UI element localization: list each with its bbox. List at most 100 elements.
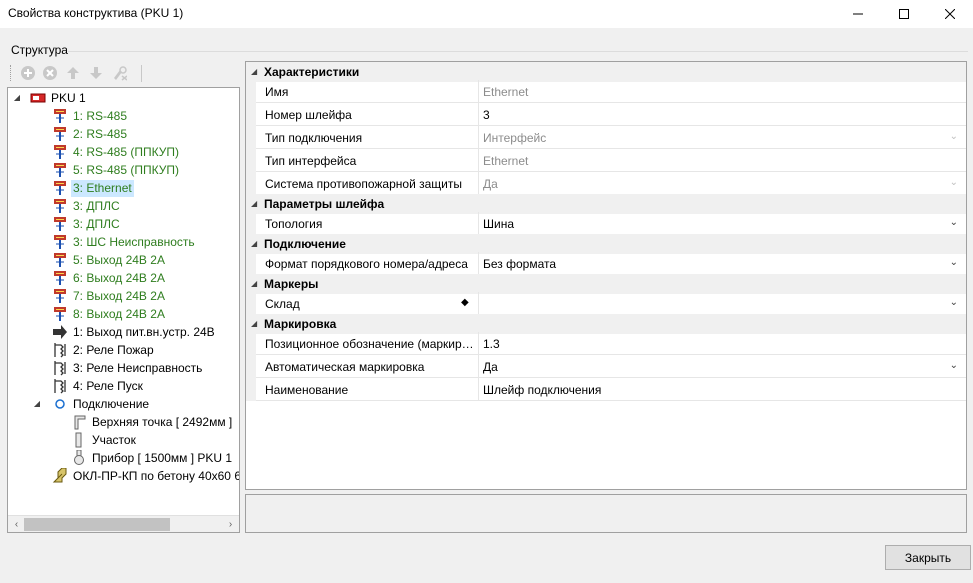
property-row-auto-marking[interactable]: Автоматическая маркировка Да ⌄	[246, 355, 966, 378]
loop-icon	[52, 162, 68, 178]
chevron-down-icon[interactable]: ⌄	[950, 257, 958, 268]
tree-item-cable[interactable]: ОКЛ-ПР-КП по бетону 40x60 6	[52, 467, 239, 485]
tree-item-loop[interactable]: 3: ШС Неисправность	[52, 233, 197, 251]
property-row-address-format[interactable]: Формат порядкового номера/адреса Без фор…	[246, 252, 966, 275]
tree-item-loop[interactable]: 5: RS-485 (ППКУП)	[52, 161, 181, 179]
relay-icon	[52, 342, 68, 358]
loop-icon	[52, 216, 68, 232]
delete-button[interactable]	[42, 65, 58, 81]
segment-icon	[71, 432, 87, 448]
cable-icon	[52, 468, 68, 484]
chevron-down-icon: ⌄	[949, 177, 958, 188]
scroll-thumb[interactable]	[24, 518, 170, 531]
maximize-button[interactable]	[881, 0, 927, 28]
minimize-icon	[853, 13, 863, 15]
loop-icon	[52, 108, 68, 124]
tree-item-loop[interactable]: 3: ДПЛС	[52, 197, 122, 215]
collapse-icon[interactable]: ◢	[251, 67, 257, 76]
chevron-down-icon[interactable]: ⌄	[950, 217, 958, 228]
property-row-title[interactable]: Наименование Шлейф подключения	[246, 378, 966, 401]
toolbar-separator	[141, 65, 142, 82]
collapse-icon[interactable]: ◢	[32, 398, 42, 408]
property-row-position-designation[interactable]: Позиционное обозначение (маркировка) 1.3	[246, 332, 966, 355]
category-markers[interactable]: ◢ Маркеры	[246, 274, 966, 294]
diamond-icon: ◆	[461, 297, 469, 308]
loop-icon	[52, 198, 68, 214]
tool-button[interactable]	[111, 65, 127, 81]
property-row-connection-type[interactable]: Тип подключения Интерфейс ⌄	[246, 126, 966, 149]
tree-item-relay[interactable]: 2: Реле Пожар	[52, 341, 156, 359]
connection-circle-icon	[52, 396, 68, 412]
tree-item-loop[interactable]: 5: Выход 24В 2А	[52, 251, 167, 269]
property-grid: ◢ Характеристики Имя Ethernet Номер шлей…	[245, 61, 967, 490]
collapse-icon[interactable]: ◢	[12, 92, 22, 102]
tree-item-loop[interactable]: 4: RS-485 (ППКУП)	[52, 143, 181, 161]
tree-item-loop[interactable]: 8: Выход 24В 2А	[52, 305, 167, 323]
delete-icon	[43, 66, 57, 80]
tree-item-relay[interactable]: 3: Реле Неисправность	[52, 359, 204, 377]
scroll-left-icon[interactable]: ‹	[9, 518, 24, 531]
tree-item-loop[interactable]: 3: ДПЛС	[52, 215, 122, 233]
tool-icon	[114, 66, 127, 81]
tree-item-loop[interactable]: 1: RS-485	[52, 107, 129, 125]
relay-icon	[52, 360, 68, 376]
collapse-icon[interactable]: ◢	[251, 319, 257, 328]
loop-icon	[52, 144, 68, 160]
tree-toolbar	[8, 61, 242, 85]
tree-horizontal-scrollbar[interactable]: ‹ ›	[8, 515, 239, 532]
property-row-loop-number[interactable]: Номер шлейфа 3	[246, 103, 966, 126]
corner-icon	[71, 414, 87, 430]
minimize-button[interactable]	[835, 0, 881, 28]
tree-item-relay[interactable]: 4: Реле Пуск	[52, 377, 145, 395]
move-down-button[interactable]	[88, 65, 104, 81]
loop-icon	[52, 126, 68, 142]
property-row-interface-type[interactable]: Тип интерфейса Ethernet	[246, 149, 966, 172]
close-button[interactable]: Закрыть	[885, 545, 971, 570]
tree-item-device-point[interactable]: Прибор [ 1500мм ] PKU 1	[71, 449, 234, 467]
close-window-button[interactable]	[927, 0, 973, 28]
property-row-topology[interactable]: Топология Шина ⌄	[246, 212, 966, 235]
property-row-warehouse[interactable]: Склад ◆ ⌄	[246, 292, 966, 315]
property-row-name[interactable]: Имя Ethernet	[246, 80, 966, 103]
title-bar: Свойства конструктива (PKU 1)	[0, 0, 973, 28]
structure-group-label: Структура	[11, 43, 68, 57]
category-connection[interactable]: ◢ Подключение	[246, 234, 966, 254]
chevron-down-icon: ⌄	[949, 131, 958, 142]
arrow-down-icon	[90, 67, 102, 79]
collapse-icon[interactable]: ◢	[251, 279, 257, 288]
category-loop-parameters[interactable]: ◢ Параметры шлейфа	[246, 194, 966, 214]
category-marking[interactable]: ◢ Маркировка	[246, 314, 966, 334]
loop-icon	[52, 252, 68, 268]
loop-icon	[52, 306, 68, 322]
close-icon	[945, 9, 955, 19]
tree-item-loop[interactable]: 7: Выход 24В 2А	[52, 287, 167, 305]
maximize-icon	[899, 9, 909, 19]
move-up-button[interactable]	[65, 65, 81, 81]
property-row-fire-protection[interactable]: Система противопожарной защиты Да ⌄	[246, 172, 966, 195]
tree-item-section[interactable]: Участок	[71, 431, 138, 449]
group-divider	[68, 51, 968, 52]
chevron-down-icon[interactable]: ⌄	[950, 360, 958, 371]
toolbar-grip	[10, 65, 13, 81]
category-characteristics[interactable]: ◢ Характеристики	[246, 62, 966, 82]
add-button[interactable]	[20, 65, 36, 81]
structure-tree[interactable]: ◢ PKU 1 1: RS-485 2: RS-485 4: RS-485 (П…	[7, 87, 240, 533]
tree-item-loop[interactable]: 6: Выход 24В 2А	[52, 269, 167, 287]
scroll-right-icon[interactable]: ›	[223, 518, 238, 531]
loop-icon	[52, 288, 68, 304]
loop-icon	[52, 234, 68, 250]
collapse-icon[interactable]: ◢	[251, 199, 257, 208]
device-point-icon	[71, 450, 87, 466]
arrow-right-icon	[52, 324, 68, 340]
chevron-down-icon[interactable]: ⌄	[950, 297, 958, 308]
tree-item-top-point[interactable]: Верхняя точка [ 2492мм ]	[71, 413, 234, 431]
tree-item-pku1[interactable]: PKU 1	[30, 89, 88, 107]
tree-item-connection[interactable]: Подключение	[52, 395, 151, 413]
tree-item-loop[interactable]: 2: RS-485	[52, 125, 129, 143]
loop-icon	[52, 180, 68, 196]
arrow-up-icon	[67, 67, 79, 79]
device-icon	[30, 90, 46, 106]
tree-item-ethernet-selected[interactable]: 3: Ethernet	[45, 179, 134, 197]
tree-item-power-output[interactable]: 1: Выход пит.вн.устр. 24В	[52, 323, 217, 341]
collapse-icon[interactable]: ◢	[251, 239, 257, 248]
